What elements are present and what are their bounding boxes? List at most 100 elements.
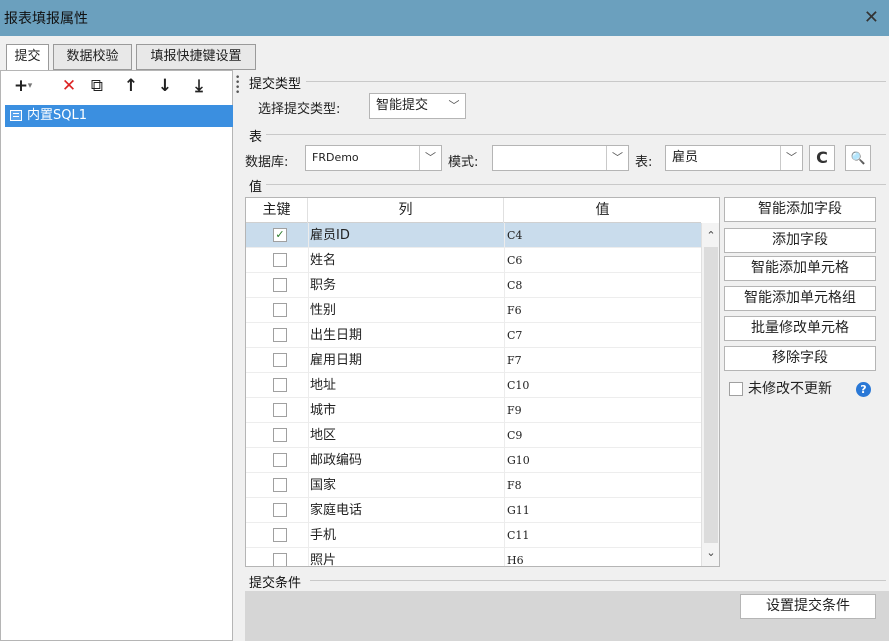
table-row[interactable]: 雇用日期 F7	[246, 348, 701, 373]
column-separator	[308, 398, 309, 423]
scroll-down-icon[interactable]: ⌄	[702, 544, 719, 562]
value-cell[interactable]: F6	[507, 298, 522, 323]
column-name-cell[interactable]: 家庭电话	[310, 498, 362, 523]
column-name-cell[interactable]: 职务	[310, 273, 336, 298]
primary-key-checkbox[interactable]	[273, 553, 287, 566]
primary-key-checkbox[interactable]	[273, 403, 287, 417]
table-row[interactable]: 职务 C8	[246, 273, 701, 298]
column-name-cell[interactable]: 城市	[310, 398, 336, 423]
primary-key-checkbox[interactable]	[273, 528, 287, 542]
column-name-cell[interactable]: 雇用日期	[310, 348, 362, 373]
column-name-cell[interactable]: 手机	[310, 523, 336, 548]
smart-add-field-button[interactable]: 智能添加字段	[724, 197, 876, 222]
value-cell[interactable]: C11	[507, 523, 529, 548]
value-cell[interactable]: C9	[507, 423, 522, 448]
tab-shortcut-settings[interactable]: 填报快捷键设置	[136, 44, 256, 70]
splitter-handle[interactable]: • • • •	[234, 70, 240, 641]
copy-icon[interactable]: ⧉	[87, 75, 107, 97]
primary-key-checkbox[interactable]	[273, 428, 287, 442]
column-header-key[interactable]: 主键	[246, 198, 308, 223]
column-name-cell[interactable]: 国家	[310, 473, 336, 498]
column-name-cell[interactable]: 姓名	[310, 248, 336, 273]
primary-key-checkbox[interactable]	[273, 478, 287, 492]
column-separator	[308, 548, 309, 566]
chevron-down-icon: ﹀	[606, 146, 628, 170]
primary-key-checkbox[interactable]	[273, 378, 287, 392]
scroll-thumb[interactable]	[704, 247, 718, 543]
value-cell[interactable]: F7	[507, 348, 522, 373]
table-row[interactable]: 手机 C11	[246, 523, 701, 548]
table-row[interactable]: 地址 C10	[246, 373, 701, 398]
add-field-button[interactable]: 添加字段	[724, 228, 876, 253]
table-row[interactable]: ✓ 雇员ID C4	[246, 223, 701, 248]
set-submit-condition-button[interactable]: 设置提交条件	[740, 594, 876, 619]
column-name-cell[interactable]: 雇员ID	[310, 223, 350, 248]
table-row[interactable]: 姓名 C6	[246, 248, 701, 273]
move-bottom-icon[interactable]: ⤓	[189, 75, 209, 97]
column-header-column[interactable]: 列	[308, 198, 504, 223]
value-cell[interactable]: C8	[507, 273, 522, 298]
smart-add-cell-group-button[interactable]: 智能添加单元格组	[724, 286, 876, 311]
column-separator	[308, 323, 309, 348]
smart-add-cell-button[interactable]: 智能添加单元格	[724, 256, 876, 281]
value-cell[interactable]: C7	[507, 323, 522, 348]
column-name-cell[interactable]: 地区	[310, 423, 336, 448]
column-name-cell[interactable]: 出生日期	[310, 323, 362, 348]
add-dropdown-icon[interactable]: ▾	[25, 75, 35, 97]
primary-key-checkbox[interactable]	[273, 253, 287, 267]
divider	[310, 580, 886, 581]
tab-submit[interactable]: 提交	[6, 44, 49, 71]
table-row[interactable]: 地区 C9	[246, 423, 701, 448]
grid-scrollbar[interactable]: ⌃ ⌄	[701, 223, 719, 566]
scroll-up-icon[interactable]: ⌃	[702, 227, 719, 245]
table-row[interactable]: 国家 F8	[246, 473, 701, 498]
table-select[interactable]: 雇员 ﹀	[665, 145, 803, 171]
remove-field-button[interactable]: 移除字段	[724, 346, 876, 371]
table-row[interactable]: 出生日期 C7	[246, 323, 701, 348]
primary-key-checkbox[interactable]	[273, 303, 287, 317]
column-separator	[308, 273, 309, 298]
column-header-value[interactable]: 值	[504, 198, 701, 223]
primary-key-checkbox[interactable]	[273, 278, 287, 292]
value-cell[interactable]: G11	[507, 498, 530, 523]
preview-icon[interactable]: 🔍	[845, 145, 871, 171]
database-select[interactable]: FRDemo ﹀	[305, 145, 442, 171]
tab-data-validation[interactable]: 数据校验	[53, 44, 132, 70]
database-value: FRDemo	[312, 151, 359, 164]
table-row[interactable]: 家庭电话 G11	[246, 498, 701, 523]
value-cell[interactable]: F8	[507, 473, 522, 498]
primary-key-checkbox[interactable]	[273, 453, 287, 467]
table-row[interactable]: 性别 F6	[246, 298, 701, 323]
help-icon[interactable]: ?	[856, 382, 871, 397]
column-name-cell[interactable]: 照片	[310, 548, 336, 566]
column-separator	[308, 523, 309, 548]
value-cell[interactable]: H6	[507, 548, 524, 566]
submit-type-select[interactable]: 智能提交 ﹀	[369, 93, 466, 119]
value-cell[interactable]: F9	[507, 398, 522, 423]
table-row[interactable]: 城市 F9	[246, 398, 701, 423]
move-down-icon[interactable]: ↓	[155, 75, 175, 97]
column-name-cell[interactable]: 性别	[310, 298, 336, 323]
close-icon[interactable]: ✕	[864, 7, 879, 28]
table-row[interactable]: 照片 H6	[246, 548, 701, 566]
value-cell[interactable]: C4	[507, 223, 522, 248]
tree-item-sql1[interactable]: 内置SQL1	[5, 105, 233, 127]
column-name-cell[interactable]: 邮政编码	[310, 448, 362, 473]
primary-key-checkbox[interactable]: ✓	[273, 228, 287, 242]
value-cell[interactable]: C10	[507, 373, 529, 398]
value-cell[interactable]: C6	[507, 248, 522, 273]
primary-key-checkbox[interactable]	[273, 328, 287, 342]
column-name-cell[interactable]: 地址	[310, 373, 336, 398]
table-row[interactable]: 邮政编码 G10	[246, 448, 701, 473]
primary-key-checkbox[interactable]	[273, 503, 287, 517]
primary-key-checkbox[interactable]	[273, 353, 287, 367]
batch-modify-cell-button[interactable]: 批量修改单元格	[724, 316, 876, 341]
column-separator	[504, 223, 505, 248]
value-cell[interactable]: G10	[507, 448, 530, 473]
delete-icon[interactable]: ✕	[59, 75, 79, 97]
table-group-label: 表	[249, 130, 263, 145]
checkbox[interactable]	[729, 382, 743, 396]
move-up-icon[interactable]: ↑	[121, 75, 141, 97]
refresh-icon[interactable]: C	[809, 145, 835, 171]
mode-select[interactable]: ﹀	[492, 145, 629, 171]
